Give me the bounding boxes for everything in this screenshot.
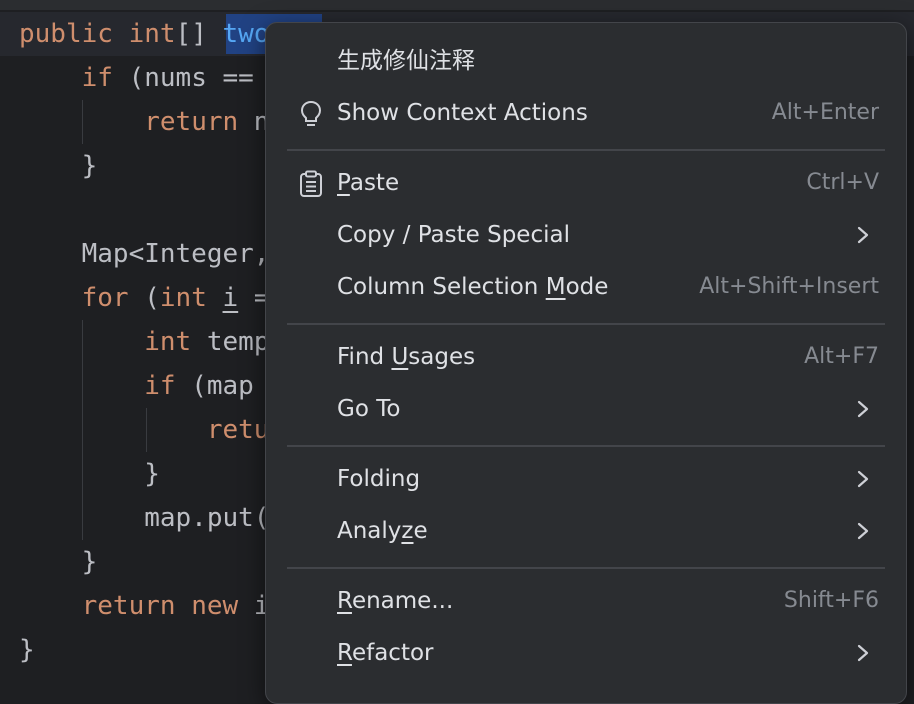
- code-line: }: [19, 144, 98, 188]
- chevron-right-icon: [856, 469, 870, 489]
- code-line: retu: [19, 408, 270, 452]
- code-token: if: [144, 371, 176, 401]
- code-token: (nums ==: [112, 63, 270, 93]
- menu-item-copy-paste-special[interactable]: Copy / Paste Special: [266, 209, 906, 261]
- shortcut-hint: Alt+Enter: [771, 100, 879, 125]
- code-line: if (map: [19, 364, 254, 408]
- menu-separator: [287, 567, 885, 569]
- code-line: }: [19, 540, 98, 584]
- chevron-right-icon: [856, 643, 870, 663]
- code-token: return new: [81, 591, 239, 621]
- menu-item-label: Paste: [337, 170, 400, 196]
- menu-item-label: Go To: [337, 396, 401, 422]
- code-token: }: [19, 635, 35, 665]
- code-line: map.put(: [19, 496, 269, 540]
- code-token: map.put(: [19, 503, 270, 533]
- code-token: int: [144, 327, 192, 357]
- menu-item-label: Find Usages: [337, 344, 476, 370]
- menu-item-label: Folding: [337, 466, 421, 492]
- menu-item-label: Rename...: [337, 588, 454, 614]
- menu-separator: [287, 323, 885, 325]
- menu-item-show-context-actions[interactable]: Show Context Actions Alt+Enter: [266, 87, 906, 139]
- chevron-right-icon: [856, 399, 870, 419]
- code-line: Map<Integer,: [19, 232, 270, 276]
- editor-top-strip: [0, 0, 914, 10]
- code-token: if: [81, 63, 113, 93]
- code-line: }: [19, 628, 35, 672]
- chevron-right-icon: [856, 521, 870, 541]
- code-token: retu: [206, 415, 270, 445]
- code-line: return new i: [19, 584, 270, 628]
- code-token: two: [222, 19, 270, 49]
- code-line: return n: [19, 100, 269, 144]
- menu-item-refactor[interactable]: Refactor: [266, 627, 906, 679]
- menu-item-label: Analyze: [337, 518, 428, 544]
- menu-item-label: Refactor: [337, 640, 434, 666]
- code-line: public int[] two: [19, 12, 269, 56]
- menu-item-paste[interactable]: Paste Ctrl+V: [266, 157, 906, 209]
- menu-separator: [287, 445, 885, 447]
- code-token: Map<Integer,: [19, 239, 270, 269]
- shortcut-hint: Ctrl+V: [806, 170, 879, 195]
- code-token: temp: [191, 327, 270, 357]
- code-token: (map: [175, 371, 254, 401]
- menu-item-column-selection-mode[interactable]: Column Selection Mode Alt+Shift+Insert: [266, 261, 906, 313]
- code-line: }: [19, 452, 160, 496]
- code-line: if (nums ==: [19, 56, 269, 100]
- code-line: int temp: [19, 320, 269, 364]
- code-token: int: [159, 283, 207, 313]
- clipboard-icon: [296, 169, 326, 199]
- menu-item-folding[interactable]: Folding: [266, 453, 906, 505]
- context-menu: 生成修仙注释 Show Context Actions Alt+Enter Paste…: [265, 22, 907, 704]
- code-line: for (int i =: [19, 276, 285, 320]
- code-token: for: [81, 283, 129, 313]
- menu-separator: [287, 149, 885, 151]
- code-token: }: [19, 151, 98, 181]
- menu-item-analyze[interactable]: Analyze: [266, 505, 906, 557]
- lightbulb-icon: [296, 99, 326, 129]
- code-token: return: [144, 107, 239, 137]
- code-token: (: [128, 283, 160, 313]
- menu-item-find-usages[interactable]: Find Usages Alt+F7: [266, 331, 906, 383]
- menu-item-label: Copy / Paste Special: [337, 222, 570, 248]
- code-token: i: [222, 283, 239, 313]
- shortcut-hint: Alt+Shift+Insert: [699, 274, 879, 299]
- menu-item-label: Show Context Actions: [337, 100, 588, 126]
- code-token: }: [19, 459, 160, 489]
- menu-item-go-to[interactable]: Go To: [266, 383, 906, 435]
- menu-item-generate-comment[interactable]: 生成修仙注释: [266, 35, 906, 87]
- code-token: public int: [19, 19, 176, 49]
- chevron-right-icon: [856, 225, 870, 245]
- code-token: []: [175, 19, 223, 49]
- menu-item-rename[interactable]: Rename... Shift+F6: [266, 575, 906, 627]
- shortcut-hint: Alt+F7: [804, 344, 879, 369]
- code-token: }: [19, 547, 98, 577]
- shortcut-hint: Shift+F6: [783, 588, 879, 613]
- menu-item-label: Column Selection Mode: [337, 274, 609, 300]
- menu-item-label: 生成修仙注释: [337, 48, 475, 74]
